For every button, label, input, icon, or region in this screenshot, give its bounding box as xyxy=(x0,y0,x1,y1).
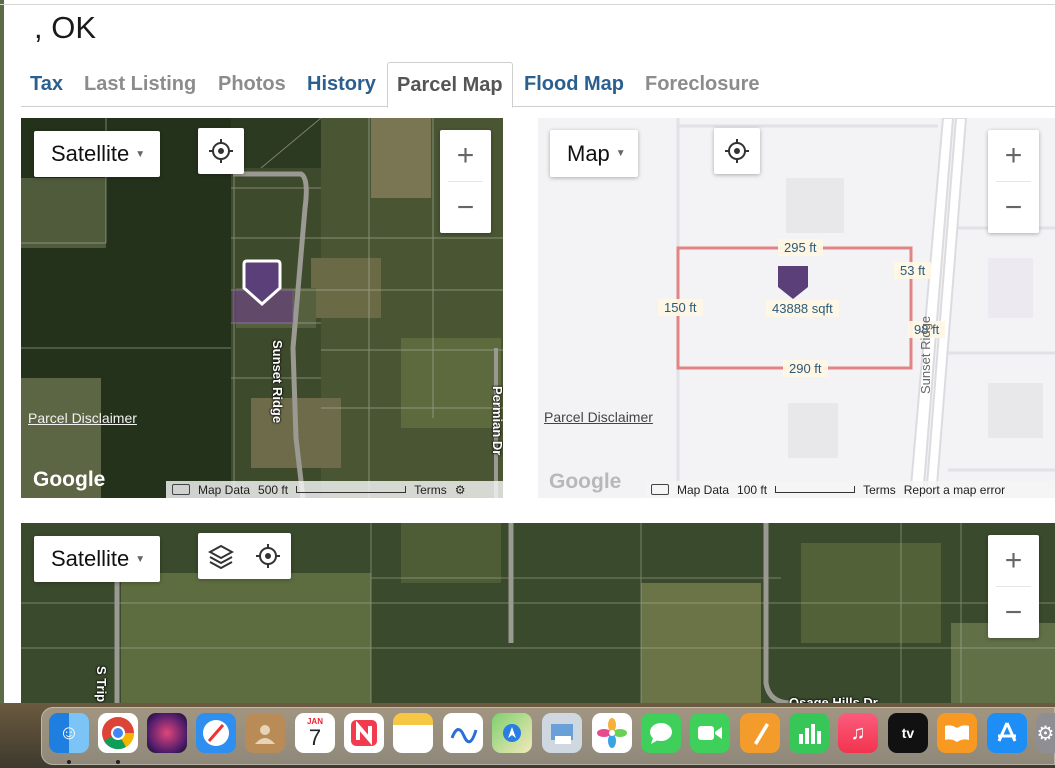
road-label-osage-hills: Osage Hills Dr xyxy=(789,695,878,703)
music-icon[interactable]: ♫ xyxy=(838,713,878,753)
tab-foreclosure[interactable]: Foreclosure xyxy=(636,62,768,107)
lower-satellite-map[interactable]: S Trip Osage Hills Dr Satellite ▼ + − xyxy=(21,523,1055,703)
dimension-right-top: 53 ft xyxy=(894,262,932,279)
parcel-disclaimer-link[interactable]: Parcel Disclaimer xyxy=(28,410,137,426)
finder-icon[interactable]: ☺ xyxy=(49,713,89,753)
satellite-imagery xyxy=(21,523,1055,703)
zoom-in-button[interactable]: + xyxy=(440,130,491,181)
report-map-error-link[interactable]: Report a map error xyxy=(904,483,1005,497)
tab-bar: Tax Last Listing Photos History Parcel M… xyxy=(21,62,1055,108)
crosshair-icon xyxy=(209,139,233,163)
contacts-icon[interactable] xyxy=(245,713,285,753)
top-divider xyxy=(0,4,1055,5)
map-attribution-bar: Map Data 500 ft Terms ⚙ xyxy=(166,481,503,498)
apple-tv-icon[interactable]: tv xyxy=(888,713,928,753)
browser-window: , OK Tax Last Listing Photos History Par… xyxy=(0,0,1055,703)
road-parcel-map[interactable]: 295 ft 150 ft 43888 sqft 53 ft 98 ft 290… xyxy=(538,118,1055,498)
news-icon[interactable] xyxy=(344,713,384,753)
crosshair-icon xyxy=(725,139,749,163)
facetime-icon[interactable] xyxy=(690,713,730,753)
terms-link[interactable]: Terms xyxy=(414,483,447,497)
tab-flood-map[interactable]: Flood Map xyxy=(515,62,633,107)
locate-button[interactable] xyxy=(198,128,244,174)
caret-down-icon: ▼ xyxy=(135,553,146,565)
zoom-control: + − xyxy=(440,130,491,233)
zoom-control: + − xyxy=(988,130,1039,233)
messages-icon[interactable] xyxy=(641,713,681,753)
zoom-out-button[interactable]: − xyxy=(988,182,1039,233)
terms-link[interactable]: Terms xyxy=(863,483,896,497)
scale-label[interactable]: 500 ft xyxy=(258,483,288,497)
calendar-day: 7 xyxy=(308,724,322,750)
siri-icon[interactable] xyxy=(147,713,187,753)
tab-last-listing[interactable]: Last Listing xyxy=(75,62,205,107)
map-data-link[interactable]: Map Data xyxy=(198,483,250,497)
calendar-icon[interactable]: JAN 7 xyxy=(295,713,335,753)
zoom-out-button[interactable]: − xyxy=(440,182,491,233)
dimension-top: 295 ft xyxy=(778,239,823,256)
map-tools-group xyxy=(198,533,291,579)
notes-icon[interactable] xyxy=(393,713,433,753)
zoom-in-button[interactable]: + xyxy=(988,130,1039,181)
road-label-permian-dr: Permian Dr xyxy=(490,386,503,456)
pages-icon[interactable] xyxy=(740,713,780,753)
map-type-selector[interactable]: Satellite ▼ xyxy=(34,536,160,582)
road-label-s-trip: S Trip xyxy=(94,666,109,703)
keyboard-shortcuts-icon[interactable] xyxy=(651,484,669,495)
map-data-link[interactable]: Map Data xyxy=(677,483,729,497)
layers-icon[interactable] xyxy=(208,543,235,569)
map-type-label: Satellite xyxy=(51,141,130,166)
app-store-icon[interactable] xyxy=(987,713,1027,753)
system-settings-icon[interactable]: ⚙ xyxy=(1036,713,1055,753)
tab-history[interactable]: History xyxy=(298,62,385,107)
map-type-selector[interactable]: Satellite ▼ xyxy=(34,131,160,177)
chrome-icon[interactable] xyxy=(98,713,138,753)
google-logo: Google xyxy=(33,468,106,491)
scale-label[interactable]: 100 ft xyxy=(737,483,767,497)
crosshair-icon[interactable] xyxy=(255,543,281,569)
safari-icon[interactable] xyxy=(196,713,236,753)
preview-icon[interactable] xyxy=(542,713,582,753)
tab-parcel-map[interactable]: Parcel Map xyxy=(387,62,513,108)
bug-icon[interactable]: ⚙ xyxy=(455,483,466,497)
running-indicator xyxy=(116,760,120,764)
parcel-marker-icon[interactable] xyxy=(776,263,810,301)
page-title: , OK xyxy=(34,10,97,45)
photos-icon[interactable] xyxy=(592,713,632,753)
dimension-bottom: 290 ft xyxy=(783,360,828,377)
tab-tax[interactable]: Tax xyxy=(21,62,72,107)
keyboard-shortcuts-icon[interactable] xyxy=(172,484,190,495)
scale-bar xyxy=(296,486,407,493)
google-logo: Google xyxy=(549,470,622,493)
map-type-selector[interactable]: Map ▼ xyxy=(550,130,638,177)
satellite-parcel-map[interactable]: Sunset Ridge Permian Dr Satellite ▼ + − … xyxy=(21,118,503,498)
freeform-icon[interactable] xyxy=(443,713,483,753)
parcel-marker-icon[interactable] xyxy=(241,258,283,308)
map-attribution-bar: Map Data 100 ft Terms Report a map error xyxy=(645,481,1055,498)
numbers-icon[interactable] xyxy=(789,713,829,753)
caret-down-icon: ▼ xyxy=(615,148,626,159)
tab-photos[interactable]: Photos xyxy=(209,62,295,107)
zoom-control: + − xyxy=(988,535,1039,638)
apple-tv-label: tv xyxy=(901,725,915,741)
scale-bar xyxy=(775,486,856,493)
map-type-label: Map xyxy=(567,140,610,166)
parcel-disclaimer-link[interactable]: Parcel Disclaimer xyxy=(544,409,653,425)
zoom-in-button[interactable]: + xyxy=(988,535,1039,586)
running-indicator xyxy=(67,760,71,764)
window-edge xyxy=(0,0,4,703)
road-label-sunset-ridge: Sunset Ridge xyxy=(918,315,933,394)
parcel-area: 43888 sqft xyxy=(766,300,839,317)
map-type-label: Satellite xyxy=(51,546,130,571)
road-label-sunset-ridge: Sunset Ridge xyxy=(270,340,285,424)
books-icon[interactable] xyxy=(937,713,977,753)
caret-down-icon: ▼ xyxy=(135,148,146,160)
dimension-left: 150 ft xyxy=(658,299,703,316)
maps-icon[interactable] xyxy=(492,713,532,753)
zoom-out-button[interactable]: − xyxy=(988,587,1039,638)
locate-button[interactable] xyxy=(714,128,760,174)
